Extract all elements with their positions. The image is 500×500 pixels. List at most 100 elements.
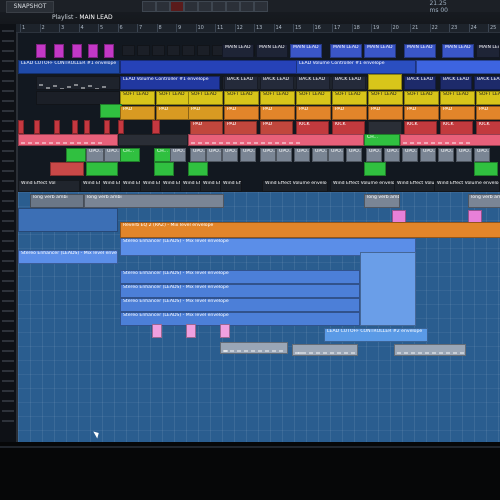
wind-effect-clip[interactable]: Wind Effect Vol: [180, 180, 202, 192]
kick-clip[interactable]: [104, 120, 110, 134]
pad-clip[interactable]: PAD: [260, 121, 293, 135]
main-lead-clip[interactable]: [72, 44, 82, 58]
stereo-enhancer-envelope-clip[interactable]: Stereo Enhancer (LEADS) - Mix level enve…: [120, 298, 360, 312]
pad-clip[interactable]: PAD: [120, 106, 155, 120]
pink-clip[interactable]: [400, 134, 500, 146]
reverb-eq-envelope-clip[interactable]: Reverb EQ 2 (RAZ) - Mix level envelope: [120, 222, 500, 238]
wind-effect-clip[interactable]: Wind Effect Vol: [160, 180, 182, 192]
wind-effect-clip[interactable]: Wind Effect Volume envelope: [330, 180, 396, 192]
upo-clip[interactable]: UPO...: [240, 148, 256, 162]
pad-clip[interactable]: PAD: [224, 106, 259, 120]
upo-clip[interactable]: UPO...: [438, 148, 454, 162]
kick-clip[interactable]: [152, 120, 160, 134]
back-lead-clip[interactable]: BACK LEAD: [224, 76, 258, 90]
pad-clip[interactable]: PAD: [190, 121, 223, 135]
tool-select-icon[interactable]: [226, 1, 240, 12]
pad-clip[interactable]: PAD: [156, 106, 191, 120]
tool-delete-icon[interactable]: [170, 1, 184, 12]
upo-clip[interactable]: UPO...: [206, 148, 222, 162]
upo-clip[interactable]: UPO...: [474, 148, 490, 162]
lead-cutoff-envelope-clip[interactable]: LEAD CUTOFF CONTROLLER #2 envelope: [324, 328, 428, 342]
pad-clip[interactable]: PAD: [296, 106, 331, 120]
tool-zoom-icon[interactable]: [240, 1, 254, 12]
stereo-enhancer-envelope-clip[interactable]: Stereo Enhancer (LEADS) - Mix level enve…: [120, 270, 360, 284]
soft-lead-clip[interactable]: SOFT LEAD: [440, 91, 475, 105]
kick-clip[interactable]: KICK: [332, 121, 365, 135]
wind-effect-clip[interactable]: Wind Effect Vol: [220, 180, 242, 192]
upo-clip[interactable]: UPO...: [294, 148, 310, 162]
wind-effect-clip[interactable]: Wind Effect Vol: [80, 180, 102, 192]
kick-clip[interactable]: [84, 120, 90, 134]
pattern-clip[interactable]: [368, 121, 402, 135]
kick-clip[interactable]: [118, 120, 124, 134]
stereo-enhancer-envelope-clip[interactable]: Stereo Enhancer (LEADS) - Mix level enve…: [120, 284, 360, 298]
soft-lead-clip[interactable]: SOFT LEAD: [296, 91, 331, 105]
pad-clip[interactable]: PAD: [260, 106, 295, 120]
back-lead-clip[interactable]: BACK LEAD: [474, 76, 500, 90]
main-lead-clip[interactable]: MAIN LEAD: [256, 44, 288, 58]
pink-clip[interactable]: [18, 134, 118, 146]
main-lead-clip[interactable]: MAIN LEAD: [222, 44, 254, 58]
tool-paint-icon[interactable]: [156, 1, 170, 12]
kick-clip[interactable]: KICK: [476, 121, 500, 135]
upo-clip[interactable]: UPO...: [366, 148, 382, 162]
kick-clip[interactable]: [34, 120, 40, 134]
back-lead-clip[interactable]: BACK LEAD: [296, 76, 330, 90]
kick-clip[interactable]: KICK: [440, 121, 473, 135]
envelope-clip[interactable]: [18, 208, 118, 232]
tool-slice-icon[interactable]: [212, 1, 226, 12]
main-lead-clip[interactable]: [36, 44, 46, 58]
green-clip[interactable]: [66, 148, 86, 162]
kick-clip[interactable]: KICK: [404, 121, 437, 135]
tool-play-icon[interactable]: [254, 1, 268, 12]
long-verb-clip[interactable]: long verb ambi: [364, 194, 400, 208]
pattern-clip[interactable]: [152, 45, 165, 56]
timeline-ruler[interactable]: 1 2 3 4 5 6 7 8 9 10 11 12 13 14 15 16 17 18 19 20 21 22 23 24 2…: [16, 24, 500, 33]
main-lead-clip[interactable]: [54, 44, 64, 58]
upo-clip[interactable]: UPO...: [384, 148, 400, 162]
green-clip[interactable]: [188, 162, 208, 176]
soft-lead-clip[interactable]: SOFT LEAD: [188, 91, 223, 105]
pad-clip[interactable]: PAD: [476, 106, 500, 120]
soft-lead-clip[interactable]: SOFT LEAD: [120, 91, 155, 105]
ch-clip[interactable]: CH...: [364, 134, 400, 146]
snapshot-menu-button[interactable]: SNAPSHOT: [6, 1, 54, 13]
upo-clip[interactable]: UPO...: [86, 148, 104, 162]
upo-clip[interactable]: UPO...: [260, 148, 276, 162]
upo-clip[interactable]: UPO...: [420, 148, 436, 162]
lead-cutoff-envelope-clip[interactable]: [416, 60, 500, 74]
kick-clip[interactable]: [54, 120, 60, 134]
pattern-clip[interactable]: [137, 45, 150, 56]
upo-clip[interactable]: UPO...: [456, 148, 472, 162]
main-lead-clip[interactable]: [104, 44, 114, 58]
back-lead-clip[interactable]: BACK LEAD: [404, 76, 436, 90]
upo-clip[interactable]: UPO...: [402, 148, 418, 162]
kick-clip[interactable]: [50, 162, 84, 176]
soft-lead-clip[interactable]: SOFT LEAD: [260, 91, 295, 105]
back-lead-clip[interactable]: BACK LEAD: [260, 76, 294, 90]
main-lead-clip[interactable]: MAIN LEAD: [330, 44, 362, 58]
upo-clip[interactable]: UPO...: [312, 148, 328, 162]
pattern-clip[interactable]: [36, 76, 120, 90]
ch-clip[interactable]: CH...: [120, 148, 140, 162]
wind-effect-clip[interactable]: Wind Effect Vol: [100, 180, 122, 192]
lead-volume-envelope-clip[interactable]: LEAD Volume Controller #1 envelope: [120, 76, 220, 90]
main-lead-clip[interactable]: MAIN LEAD: [442, 44, 474, 58]
upo-clip[interactable]: UPO...: [346, 148, 362, 162]
pad-clip[interactable]: PAD: [440, 106, 475, 120]
yellow-clip[interactable]: [368, 74, 402, 90]
upo-clip[interactable]: UPO...: [190, 148, 206, 162]
wind-effect-clip[interactable]: Wind Effect Volume envelope: [434, 180, 500, 192]
pattern-clip[interactable]: [118, 134, 188, 146]
upo-clip[interactable]: UPO...: [276, 148, 292, 162]
kick-clip[interactable]: [72, 120, 78, 134]
pad-clip[interactable]: PAD: [188, 106, 223, 120]
marker-clip[interactable]: [152, 324, 162, 338]
tool-draw-icon[interactable]: [142, 1, 156, 12]
main-lead-clip[interactable]: MAIN LEAD: [364, 44, 396, 58]
green-clip[interactable]: [86, 162, 118, 176]
wind-effect-clip[interactable]: Wind Effect Volume envelope: [262, 180, 328, 192]
long-verb-clip[interactable]: long verb ambi: [84, 194, 224, 208]
wind-effect-clip[interactable]: Wind Effect Vol: [120, 180, 142, 192]
green-clip[interactable]: [154, 162, 174, 176]
